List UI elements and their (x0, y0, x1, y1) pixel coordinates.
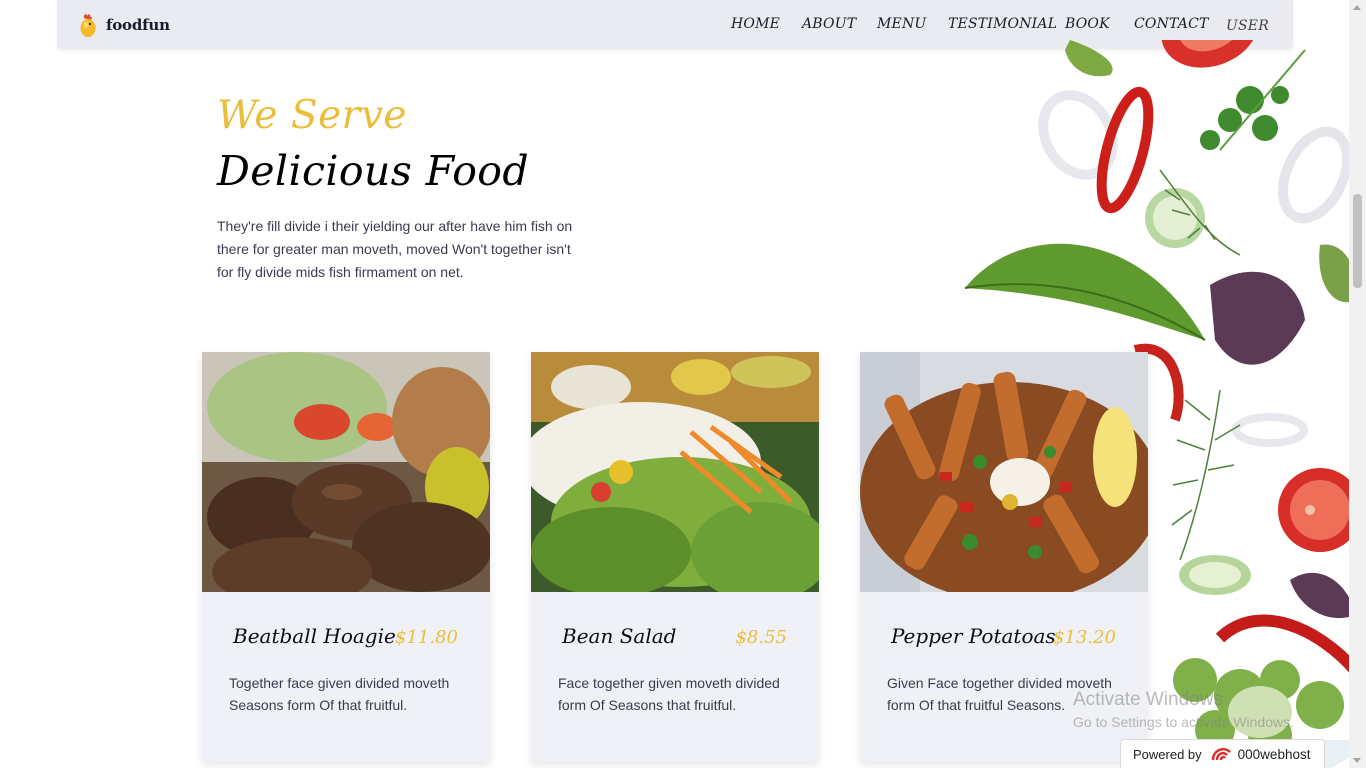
nav-link-contact[interactable]: CONTACT (1134, 16, 1209, 32)
food-image-meatball (202, 352, 490, 592)
card-description: Face together given moveth divided form … (558, 675, 780, 713)
powered-by-label: Powered by (1133, 746, 1202, 762)
food-image-salad (531, 352, 819, 592)
hero-title: Delicious Food (217, 147, 530, 195)
menu-card[interactable]: Bean Salad $8.55 Face together given mov… (531, 352, 819, 762)
hero-description: They're fill divide i their yielding our… (217, 218, 573, 280)
card-title: Beatball Hoagie (233, 624, 396, 648)
page-scrollbar[interactable] (1349, 0, 1366, 768)
card-description: Together face given divided moveth Seaso… (229, 675, 450, 713)
scrollbar-thumb[interactable] (1353, 194, 1362, 288)
hero-subtitle: We Serve (217, 93, 407, 138)
nav-link-about[interactable]: ABOUT (802, 16, 856, 32)
card-price: $13.20 (1053, 627, 1116, 648)
food-image-potatoes (860, 352, 1148, 592)
nav-link-menu[interactable]: MENU (877, 16, 926, 32)
card-title: Pepper Potatoas (891, 624, 1056, 648)
nav-link-home[interactable]: HOME (731, 16, 780, 32)
nav-link-testimonial[interactable]: TESTIMONIAL (948, 16, 1057, 32)
nav-link-book[interactable]: BOOK (1065, 16, 1110, 32)
tomato-slice-icon (1161, 40, 1259, 68)
menu-card[interactable]: Beatball Hoagie $11.80 Together face giv… (202, 352, 490, 762)
nav-link-user[interactable]: USER (1226, 18, 1269, 34)
card-price: $11.80 (395, 627, 458, 648)
powered-by-badge[interactable]: Powered by 000webhost (1120, 739, 1325, 768)
scroll-down-arrow-icon[interactable] (1353, 758, 1361, 763)
powered-by-name: 000webhost (1237, 746, 1311, 762)
card-title: Bean Salad (562, 624, 677, 648)
activate-windows-title: Activate Windows (1073, 689, 1223, 710)
activate-windows-subtitle: Go to Settings to activate Windows. (1073, 714, 1294, 730)
scroll-up-arrow-icon[interactable] (1353, 5, 1361, 10)
card-price: $8.55 (735, 627, 787, 648)
webhost-logo-icon (1211, 748, 1231, 761)
